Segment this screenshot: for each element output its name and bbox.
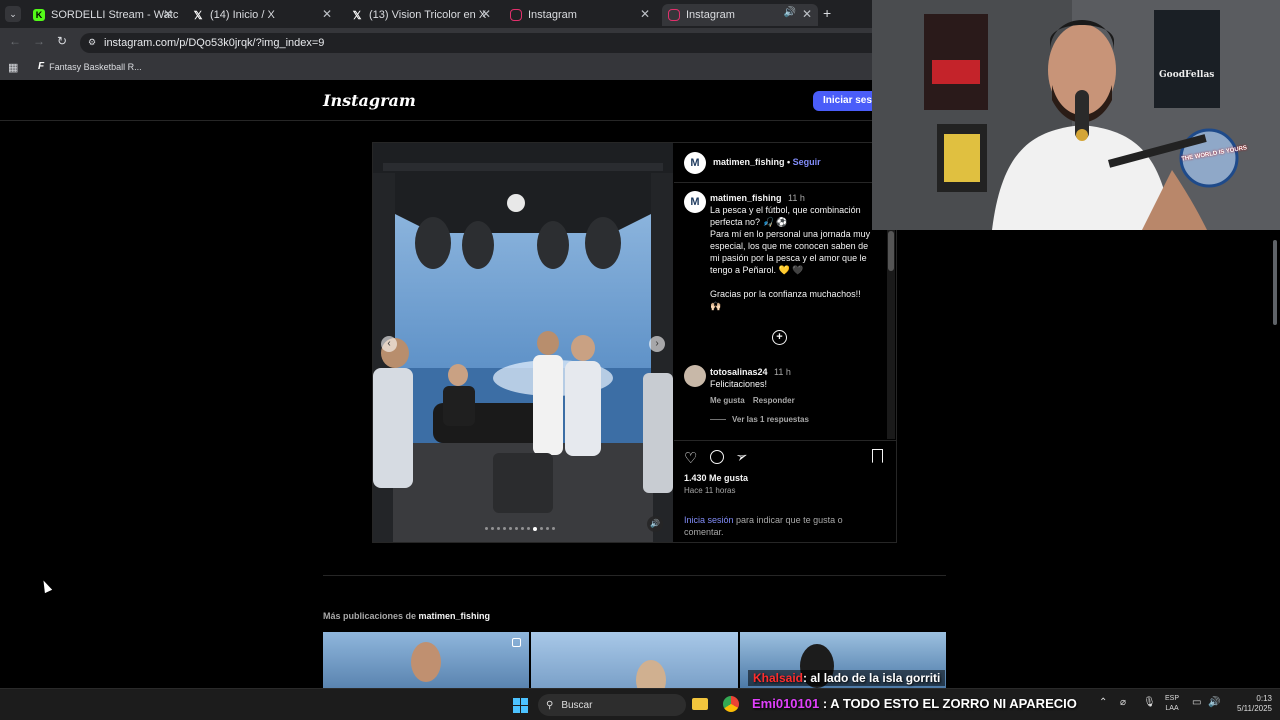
close-tab-icon[interactable]: ✕	[322, 7, 332, 21]
system-clock[interactable]: 0:13 5/11/2025	[1226, 694, 1272, 714]
comment-text: Felicitaciones!	[710, 379, 768, 389]
instagram-icon	[668, 9, 680, 21]
back-icon[interactable]: ←	[9, 34, 21, 48]
post-header: M matimen_fishing • Seguir	[674, 143, 896, 183]
share-send-icon[interactable]: ➢	[733, 447, 750, 467]
tab-sordelli-stream[interactable]: K SORDELLI Stream - Watch Live ✕	[27, 4, 179, 26]
comment-bubble-icon[interactable]	[710, 450, 724, 464]
tray-chevron-icon[interactable]: ⌃	[1099, 697, 1107, 708]
new-tab-button[interactable]: +	[823, 5, 831, 21]
address-bar[interactable]: ⚙ instagram.com/p/DQo53k0jrqk/?img_index…	[80, 33, 872, 53]
chat-message-2: Emi010101 : A TODO ESTO EL ZORRO NI APAR…	[752, 696, 1077, 711]
chat-message-1: Khalsaid: al lado de la isla gorriti	[748, 670, 946, 686]
taskbar-search-box[interactable]: ⚲ Buscar	[538, 694, 686, 716]
login-button[interactable]: Iniciar sesión	[813, 91, 873, 111]
next-image-button[interactable]: ›	[649, 336, 665, 352]
chat-username-1: Khalsaid	[753, 671, 804, 685]
carousel-indicator-icon	[512, 638, 522, 647]
replies-divider	[710, 419, 726, 420]
bookmarks-bar: ▦ F Fantasy Basketball R...	[0, 56, 872, 80]
tab-instagram-active[interactable]: Instagram 🔊 ✕	[662, 4, 818, 26]
likes-count[interactable]: 1.430 Me gusta	[684, 473, 748, 483]
streamer-webcam: GoodFellas THE WORLD IS YOURS	[872, 0, 1280, 230]
network-icon[interactable]: ⌀	[1120, 697, 1126, 708]
post-side-panel: M matimen_fishing • Seguir M matimen_fis…	[674, 143, 896, 542]
caption-block: matimen_fishing 11 h La pesca y el fútbo…	[710, 192, 888, 312]
goodfellas-poster-title: GoodFellas	[1159, 70, 1215, 80]
reload-icon[interactable]: ↻	[57, 34, 67, 48]
boat-scene-image	[373, 143, 673, 542]
grid-post-thumbnail[interactable]	[531, 632, 738, 688]
bookmark-fantasy-basketball[interactable]: F Fantasy Basketball R...	[38, 61, 142, 72]
windows-start-icon[interactable]	[513, 698, 528, 713]
save-bookmark-icon[interactable]	[872, 449, 883, 463]
caption-time: 11 h	[788, 193, 805, 203]
commenter-avatar[interactable]	[684, 365, 706, 387]
matimen-logo-icon: M	[690, 157, 700, 169]
webcam-image	[872, 0, 1280, 230]
author-username[interactable]: matimen_fishing	[713, 157, 785, 167]
mute-button[interactable]: 🔊	[647, 516, 663, 532]
caption-text: La pesca y el fútbol, que combinación	[710, 205, 861, 215]
tab-instagram-1[interactable]: Instagram ✕	[504, 4, 656, 26]
windows-taskbar: ⚲ Buscar Emi010101 : A TODO ESTO EL ZORR…	[0, 688, 1280, 720]
instagram-logo[interactable]: Instagram	[323, 91, 416, 110]
action-bar: ♡ ➢ 1.430 Me gusta Hace 11 horas Inicia …	[674, 440, 896, 542]
comment-reply-button[interactable]: Responder	[753, 396, 795, 405]
chat-username-2: Emi010101	[752, 696, 820, 711]
site-info-icon[interactable]: ⚙	[88, 37, 96, 48]
carousel-dots	[485, 527, 555, 531]
grid-post-thumbnail[interactable]	[323, 632, 530, 688]
chrome-icon[interactable]	[723, 696, 739, 712]
caption-username[interactable]: matimen_fishing	[710, 193, 782, 203]
keyboard-language[interactable]: ESP LAA	[1165, 694, 1179, 714]
close-tab-icon[interactable]: ✕	[481, 7, 491, 21]
follow-link[interactable]: Seguir	[793, 157, 821, 167]
search-icon: ⚲	[546, 699, 554, 711]
comment-like-button[interactable]: Me gusta	[710, 396, 745, 405]
prev-image-button[interactable]: ‹	[381, 336, 397, 352]
forward-icon[interactable]: →	[33, 34, 45, 48]
x-icon: 𝕏	[352, 9, 362, 22]
comment-block: totosalinas24 11 h Felicitaciones! Me gu…	[710, 366, 888, 424]
load-more-comments-icon[interactable]: +	[772, 330, 787, 345]
post-time: Hace 11 horas	[684, 486, 736, 495]
tab-x-vision-tricolor[interactable]: 𝕏 (13) Vision Tricolor en X: "POSIT ✕	[345, 4, 497, 26]
author-avatar[interactable]: M	[684, 152, 706, 174]
view-replies-link[interactable]: Ver las 1 respuestas	[732, 415, 809, 424]
close-tab-icon[interactable]: ✕	[163, 7, 173, 21]
kick-icon: K	[33, 9, 45, 21]
instagram-header	[0, 80, 872, 121]
section-divider	[323, 575, 946, 576]
mouse-cursor-icon	[39, 578, 53, 594]
comments-scrollbar[interactable]	[887, 229, 895, 439]
microphone-icon[interactable]: 🎙	[1143, 697, 1156, 708]
page-scrollbar[interactable]	[1270, 230, 1280, 688]
matimen-logo-icon: M	[690, 196, 700, 208]
more-posts-heading: Más publicaciones de matimen_fishing	[323, 611, 491, 621]
like-heart-icon[interactable]: ♡	[684, 449, 697, 467]
tab-x-inicio[interactable]: 𝕏 (14) Inicio / X ✕	[186, 4, 338, 26]
login-prompt: Inicia sesión para indicar que te gusta …	[684, 515, 843, 537]
file-explorer-icon[interactable]	[692, 698, 708, 710]
more-posts-username[interactable]: matimen_fishing	[419, 611, 491, 621]
close-tab-icon[interactable]: ✕	[802, 7, 812, 21]
speaker-icon[interactable]: 🔊	[784, 7, 796, 18]
commenter-username[interactable]: totosalinas24	[710, 367, 768, 377]
post-photo[interactable]: ‹ › 🔊	[373, 143, 673, 542]
instagram-icon	[510, 9, 522, 21]
tab-search-button[interactable]: ⌄	[5, 6, 21, 22]
x-icon: 𝕏	[193, 9, 203, 22]
login-prompt-link[interactable]: Inicia sesión	[684, 515, 734, 525]
close-tab-icon[interactable]: ✕	[640, 7, 650, 21]
fantasy-logo-icon: F	[38, 61, 45, 72]
url-text: instagram.com/p/DQo53k0jrqk/?img_index=9	[104, 37, 325, 49]
apps-grid-icon[interactable]: ▦	[8, 61, 18, 74]
volume-icon[interactable]: 🔊	[1208, 697, 1220, 708]
caption-avatar[interactable]: M	[684, 191, 706, 213]
display-icon[interactable]: ▭	[1192, 697, 1201, 708]
browser-tab-strip: ⌄ K SORDELLI Stream - Watch Live ✕ 𝕏 (14…	[0, 0, 872, 28]
